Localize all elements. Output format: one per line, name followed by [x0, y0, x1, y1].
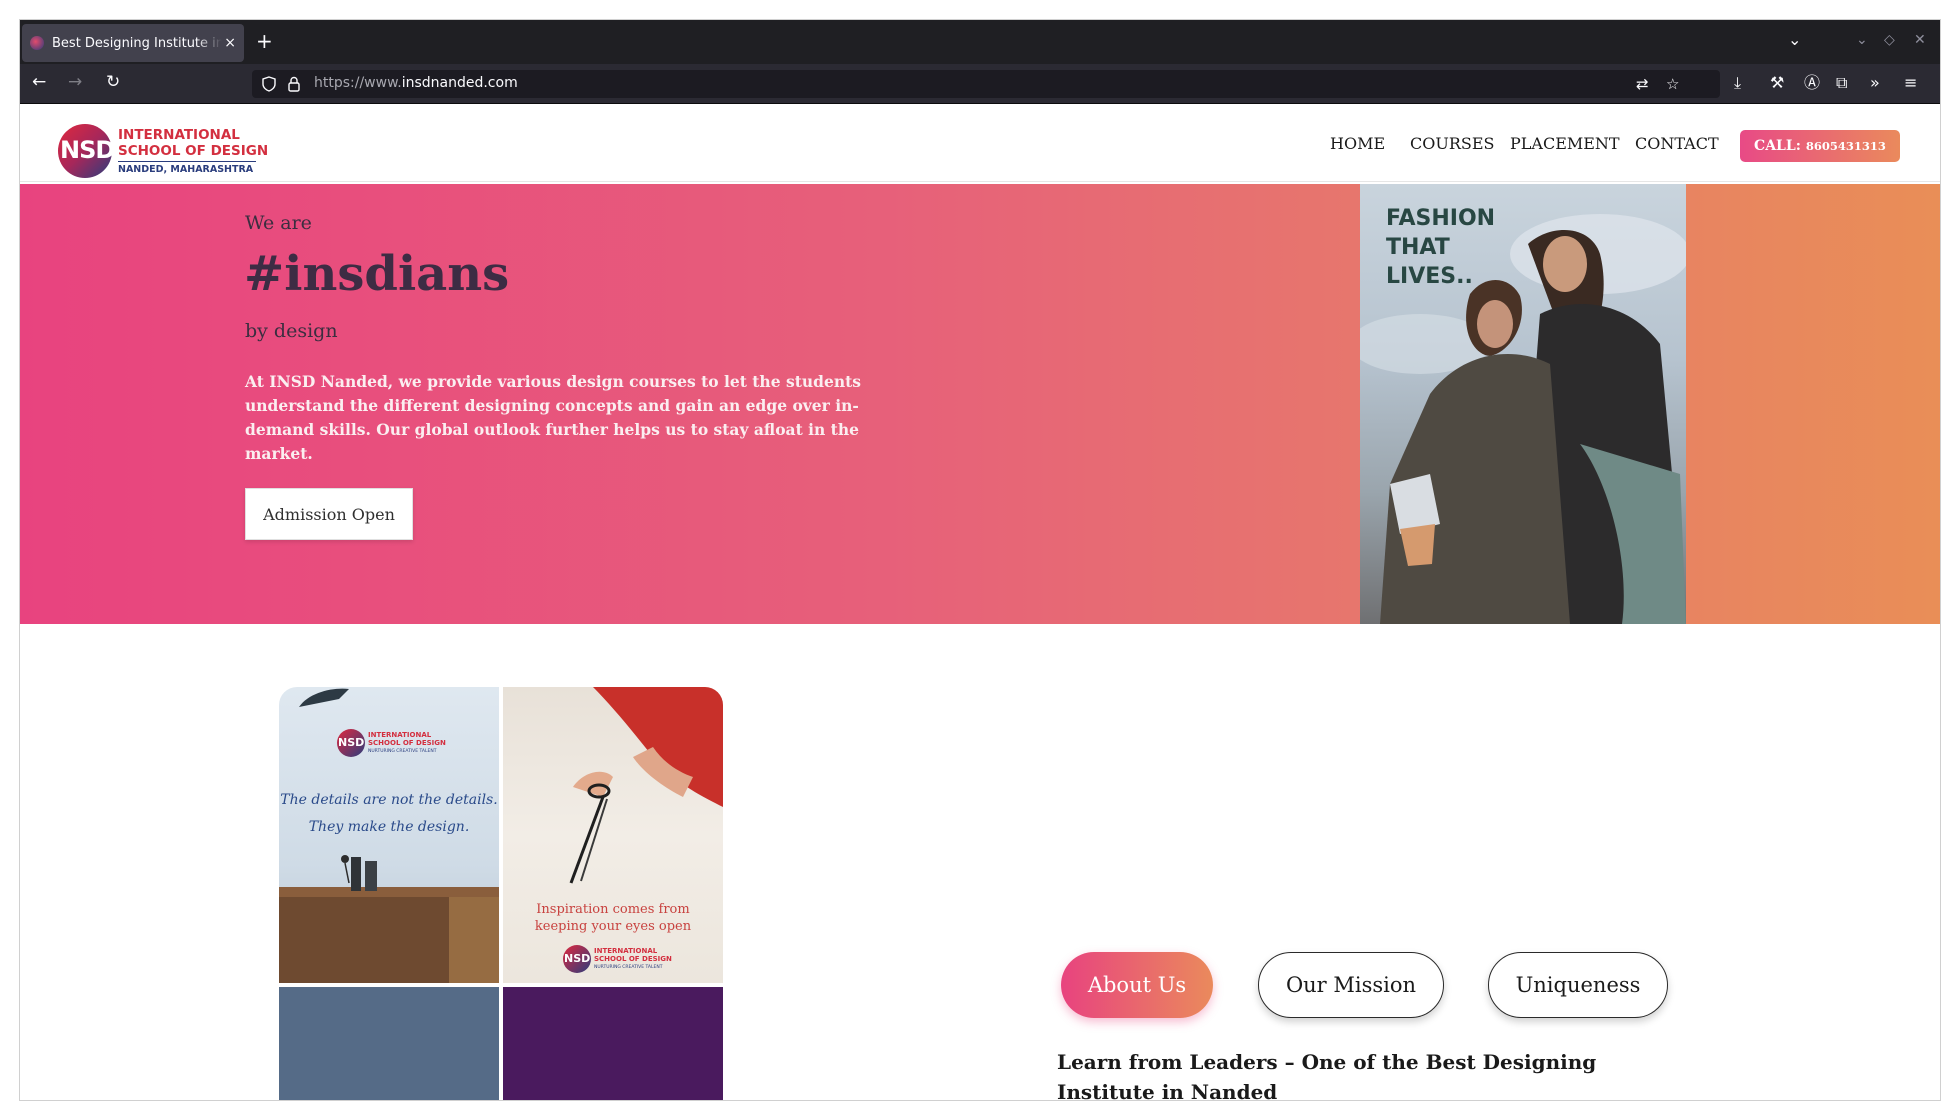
scissors-fabric-illustration	[569, 687, 723, 884]
nav-courses-link[interactable]: COURSES	[1410, 134, 1495, 153]
nav-placement-link[interactable]: PLACEMENT	[1510, 134, 1620, 153]
hero-description: At INSD Nanded, we provide various desig…	[245, 372, 861, 463]
hero-we-are: We are	[245, 212, 312, 234]
close-window-icon[interactable]: ✕	[1914, 32, 1926, 48]
back-arrow-icon[interactable]: ←	[32, 72, 46, 92]
tab-title: Best Designing Institute in Nanded	[52, 35, 222, 51]
nav-contact-link[interactable]: CONTACT	[1635, 134, 1719, 153]
browser-window: Best Designing Institute in Nanded × + ⌄…	[20, 20, 1940, 1100]
minimize-window-icon[interactable]: ⌄	[1856, 32, 1868, 48]
collage-logo-line-3: NURTURING CREATIVE TALENT	[368, 749, 437, 754]
hero-by-design: by design	[245, 320, 338, 342]
logo-line-1: INTERNATIONAL	[118, 127, 240, 143]
logo-line-2: SCHOOL OF DESIGN	[118, 143, 269, 159]
logo-line-3: NANDED, MAHARASHTRA	[118, 164, 254, 175]
url-prefix: https://www.	[314, 75, 402, 91]
web-page: NSD INTERNATIONAL SCHOOL OF DESIGN NANDE…	[20, 104, 1940, 1100]
browser-tab-active[interactable]: Best Designing Institute in Nanded ×	[22, 24, 244, 62]
collage-logo-2-line-1: INTERNATIONAL	[594, 947, 658, 955]
collage-panel-quote: NSD INTERNATIONAL SCHOOL OF DESIGN NURTU…	[279, 687, 499, 983]
site-header: NSD INTERNATIONAL SCHOOL OF DESIGN NANDE…	[20, 104, 1940, 182]
fashion-headline-line-1: FASHION	[1386, 206, 1496, 231]
collage-quote-2: Inspiration comes from keeping your eyes…	[503, 901, 723, 935]
site-favicon-icon	[30, 36, 44, 50]
tracking-protection-shield-icon[interactable]	[262, 76, 276, 92]
hero-banner: We are #insdians by design At INSD Nande…	[20, 184, 1940, 624]
tab-close-icon[interactable]: ×	[224, 35, 236, 51]
collage-quote-2-line-2: keeping your eyes open	[534, 919, 692, 934]
url-text[interactable]: https://www.insdnanded.com	[314, 75, 518, 91]
collage-logo-line-2: SCHOOL OF DESIGN	[368, 739, 446, 747]
image-collage: NSD INTERNATIONAL SCHOOL OF DESIGN NURTU…	[279, 687, 723, 1100]
collage-quote-1-line-1: The details are not the details.	[280, 792, 498, 808]
tab-our-mission[interactable]: Our Mission	[1258, 952, 1444, 1018]
about-heading: Learn from Leaders – One of the Best Des…	[1057, 1050, 1597, 1100]
collage-quote-1-line-2: They make the design.	[308, 819, 470, 835]
tab-strip: Best Designing Institute in Nanded × + ⌄…	[20, 20, 1940, 64]
padlock-icon[interactable]	[288, 76, 300, 92]
new-tab-button[interactable]: +	[256, 30, 273, 52]
collage-panel-bottom-right	[503, 987, 723, 1100]
bookmark-star-icon[interactable]: ☆	[1666, 75, 1679, 93]
call-number: 8605431313	[1805, 139, 1886, 153]
reload-icon[interactable]: ↻	[106, 72, 120, 92]
fashion-headline: FASHION THAT LIVES..	[1386, 204, 1495, 291]
list-all-tabs-icon[interactable]: ⌄	[1788, 30, 1801, 49]
collage-logo-2-line-2: SCHOOL OF DESIGN	[594, 955, 672, 963]
tools-wrench-icon[interactable]: ⚒	[1770, 72, 1784, 94]
call-button[interactable]: CALL: 8605431313	[1740, 130, 1900, 162]
collage-logo-2-line-3: NURTURING CREATIVE TALENT	[594, 965, 663, 970]
app-menu-hamburger-icon[interactable]: ≡	[1904, 72, 1917, 94]
downloads-icon[interactable]: ⤓	[1734, 72, 1741, 94]
insd-logo[interactable]: NSD INTERNATIONAL SCHOOL OF DESIGN NANDE…	[58, 124, 298, 184]
account-avatar-icon[interactable]: Ⓐ	[1804, 72, 1820, 94]
call-label: CALL:	[1754, 138, 1801, 154]
hero-tagline: #insdians	[244, 246, 510, 302]
address-bar[interactable]: https://www.insdnanded.com ⇄ ☆	[252, 70, 1720, 98]
logo-divider	[118, 161, 256, 162]
fashion-headline-line-2: THAT	[1386, 235, 1450, 260]
navigation-toolbar: ← → ↻ https://www.insdnanded.com ⇄ ☆ ⤓ ⚒…	[20, 64, 1940, 104]
collage-logo-line-1: INTERNATIONAL	[368, 731, 432, 739]
translate-icon[interactable]: ⇄	[1636, 75, 1649, 93]
tab-uniqueness[interactable]: Uniqueness	[1488, 952, 1668, 1018]
hero-fashion-photo: FASHION THAT LIVES..	[1360, 184, 1686, 624]
logo-mark-text: NSD	[60, 136, 115, 164]
collage-logo-1: NSD INTERNATIONAL SCHOOL OF DESIGN NURTU…	[337, 729, 457, 759]
collage-logo-mark-text: NSD	[338, 736, 365, 749]
collage-quote-1: The details are not the details. They ma…	[279, 787, 499, 841]
admission-open-button[interactable]: Admission Open	[245, 488, 413, 540]
collage-panel-bottom-left	[279, 987, 499, 1100]
collage-panel-scissors: Inspiration comes from keeping your eyes…	[503, 687, 723, 983]
collage-logo-2: NSD INTERNATIONAL SCHOOL OF DESIGN NURTU…	[563, 945, 683, 975]
maximize-window-icon[interactable]: ◇	[1884, 32, 1895, 48]
url-domain: insdnanded.com	[401, 75, 518, 91]
collage-logo-2-mark-text: NSD	[564, 952, 591, 965]
collage-quote-2-line-1: Inspiration comes from	[536, 902, 690, 917]
nav-home-link[interactable]: HOME	[1330, 134, 1385, 153]
extensions-icon[interactable]: ⧉	[1836, 72, 1847, 94]
forward-arrow-icon[interactable]: →	[68, 72, 82, 92]
tab-about-us[interactable]: About Us	[1061, 952, 1213, 1018]
overflow-chevrons-icon[interactable]: »	[1870, 72, 1880, 94]
fashion-headline-line-3: LIVES..	[1386, 264, 1473, 289]
